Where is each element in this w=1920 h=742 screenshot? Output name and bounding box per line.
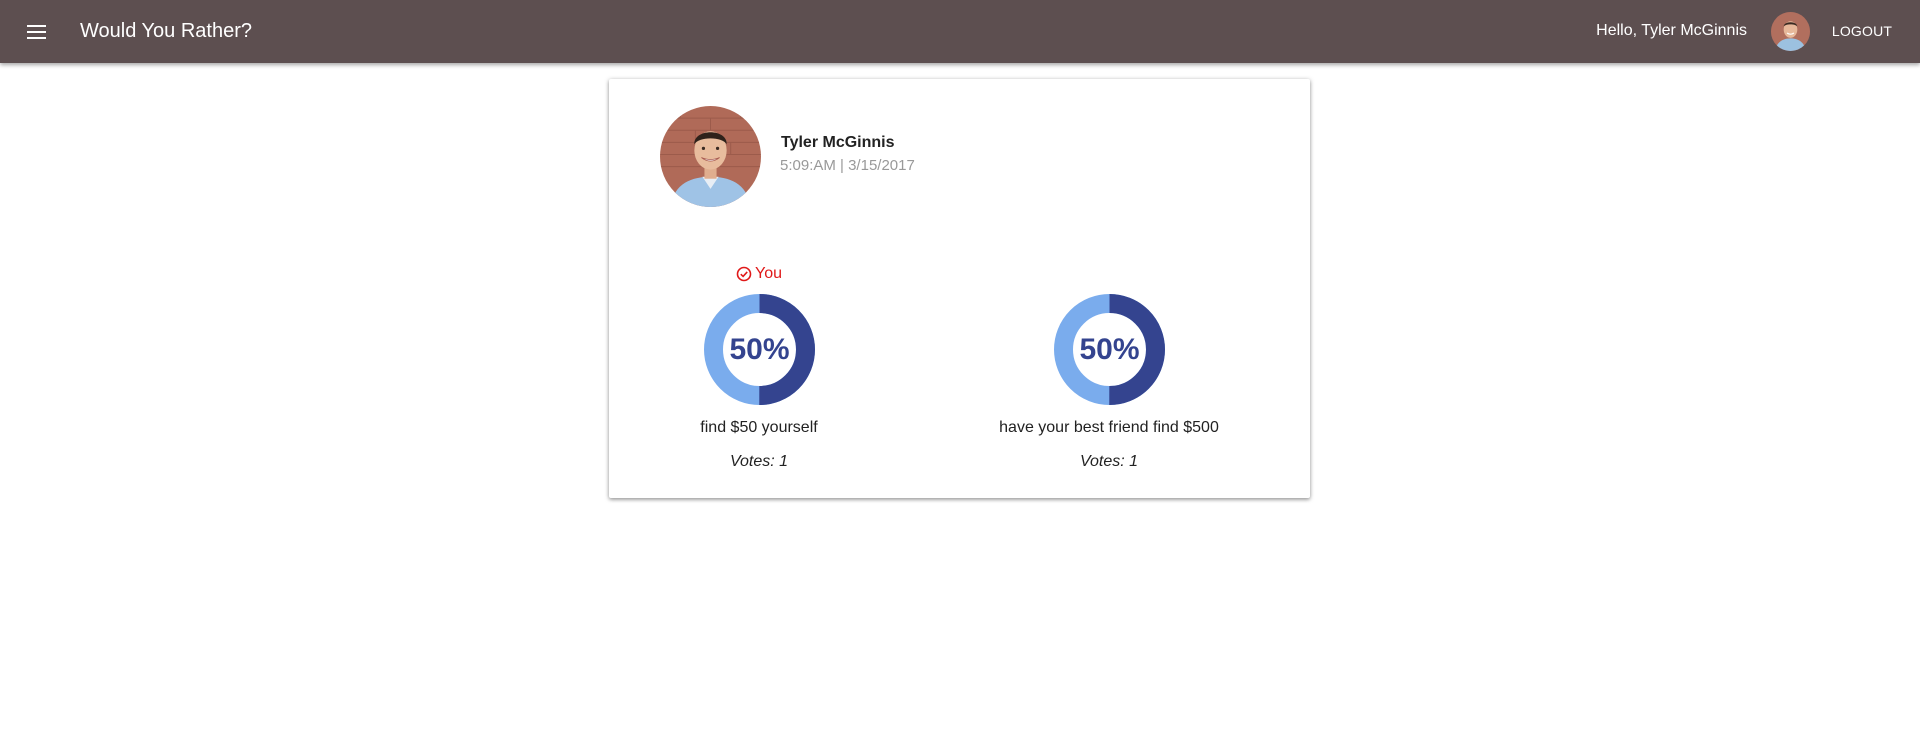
check-circle-icon <box>736 266 752 282</box>
option-text: have your best friend find $500 <box>999 419 1219 436</box>
vote-count: Votes: 1 <box>1079 453 1139 470</box>
question-timestamp: 5:09:AM | 3/15/2017 <box>780 157 915 174</box>
logout-button[interactable]: LOGOUT <box>1822 14 1902 48</box>
author-name: Tyler McGinnis <box>781 134 895 151</box>
you-badge: You <box>609 265 909 283</box>
hamburger-menu-icon[interactable] <box>22 18 50 46</box>
user-greeting: Hello, Tyler McGinnis <box>1596 22 1747 39</box>
vote-percentage-label: 50% <box>729 332 790 366</box>
app-bar: Would You Rather? Hello, Tyler McGinnis … <box>0 0 1920 63</box>
option-text: find $50 yourself <box>700 419 818 436</box>
vote-count: Votes: 1 <box>729 453 789 470</box>
header-avatar <box>1771 12 1810 51</box>
author-avatar <box>660 106 761 207</box>
vote-percentage-label: 50% <box>1079 332 1140 366</box>
app-title: Would You Rather? <box>80 20 252 42</box>
question-result-card: Tyler McGinnis 5:09:AM | 3/15/2017 You 5… <box>609 79 1310 498</box>
you-label: You <box>755 265 782 282</box>
